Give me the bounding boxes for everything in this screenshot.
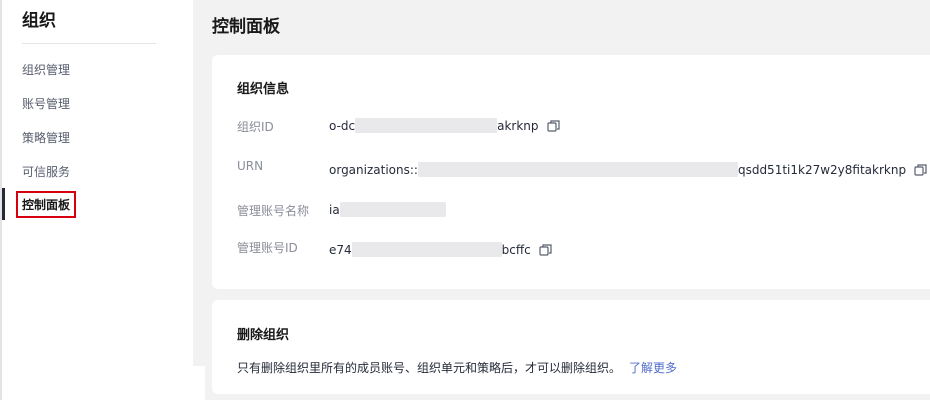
- org-info-card: 组织信息 组织ID o-dc akrknp URN organizations:…: [212, 55, 930, 289]
- redacted-mask: [339, 202, 446, 217]
- delete-org-description-text: 只有删除组织里所有的成员账号、组织单元和策略后，才可以删除组织。: [237, 361, 622, 375]
- learn-more-link[interactable]: 了解更多: [629, 361, 677, 375]
- page-title: 控制面板: [212, 17, 280, 37]
- delete-org-card: 删除组织 只有删除组织里所有的成员账号、组织单元和策略后，才可以删除组织。 了解更…: [212, 300, 930, 394]
- mgmt-account-name-label: 管理账号名称: [237, 204, 310, 218]
- redacted-mask: [417, 162, 738, 177]
- delete-org-description: 只有删除组织里所有的成员账号、组织单元和策略后，才可以删除组织。 了解更多: [237, 359, 677, 376]
- sidebar-item-account-management[interactable]: 账号管理: [22, 95, 70, 112]
- active-indicator: [2, 188, 5, 220]
- sidebar-item-dashboard[interactable]: 控制面板: [16, 191, 77, 218]
- org-info-title: 组织信息: [237, 82, 290, 97]
- redacted-mask: [355, 118, 498, 133]
- urn-suffix: qsdd51ti1k27w2y8fitakrknp: [737, 162, 907, 177]
- mgmt-account-name-value: ia: [329, 202, 446, 217]
- org-id-prefix: o-dc: [329, 118, 356, 133]
- copy-icon[interactable]: [546, 119, 561, 133]
- sidebar-divider: [22, 43, 156, 44]
- urn-value: organizations:: qsdd51ti1k27w2y8fitakrkn…: [329, 162, 928, 177]
- sidebar-item-trusted-services[interactable]: 可信服务: [22, 163, 70, 180]
- urn-prefix: organizations::: [329, 162, 418, 177]
- mgmt-account-id-value: e74 bcffc: [329, 242, 553, 257]
- sidebar-item-policy-management[interactable]: 策略管理: [22, 129, 70, 146]
- sidebar-title: 组织: [22, 11, 56, 31]
- org-id-value: o-dc akrknp: [329, 118, 561, 133]
- delete-org-title: 删除组织: [237, 328, 290, 343]
- mgmt-account-id-label: 管理账号ID: [237, 241, 298, 255]
- sidebar: 组织 组织管理 账号管理 策略管理 可信服务 控制面板: [0, 0, 193, 400]
- mgmt-account-name-prefix: ia: [329, 202, 340, 217]
- mgmt-account-id-prefix: e74: [329, 242, 352, 257]
- copy-icon[interactable]: [914, 163, 928, 177]
- redacted-mask: [351, 242, 502, 257]
- org-id-label: 组织ID: [237, 120, 274, 134]
- sidebar-corner: [193, 366, 205, 400]
- sidebar-item-org-management[interactable]: 组织管理: [22, 61, 70, 78]
- urn-label: URN: [237, 159, 264, 173]
- mgmt-account-id-suffix: bcffc: [501, 242, 531, 257]
- copy-icon[interactable]: [539, 243, 553, 257]
- org-id-suffix: akrknp: [497, 118, 539, 133]
